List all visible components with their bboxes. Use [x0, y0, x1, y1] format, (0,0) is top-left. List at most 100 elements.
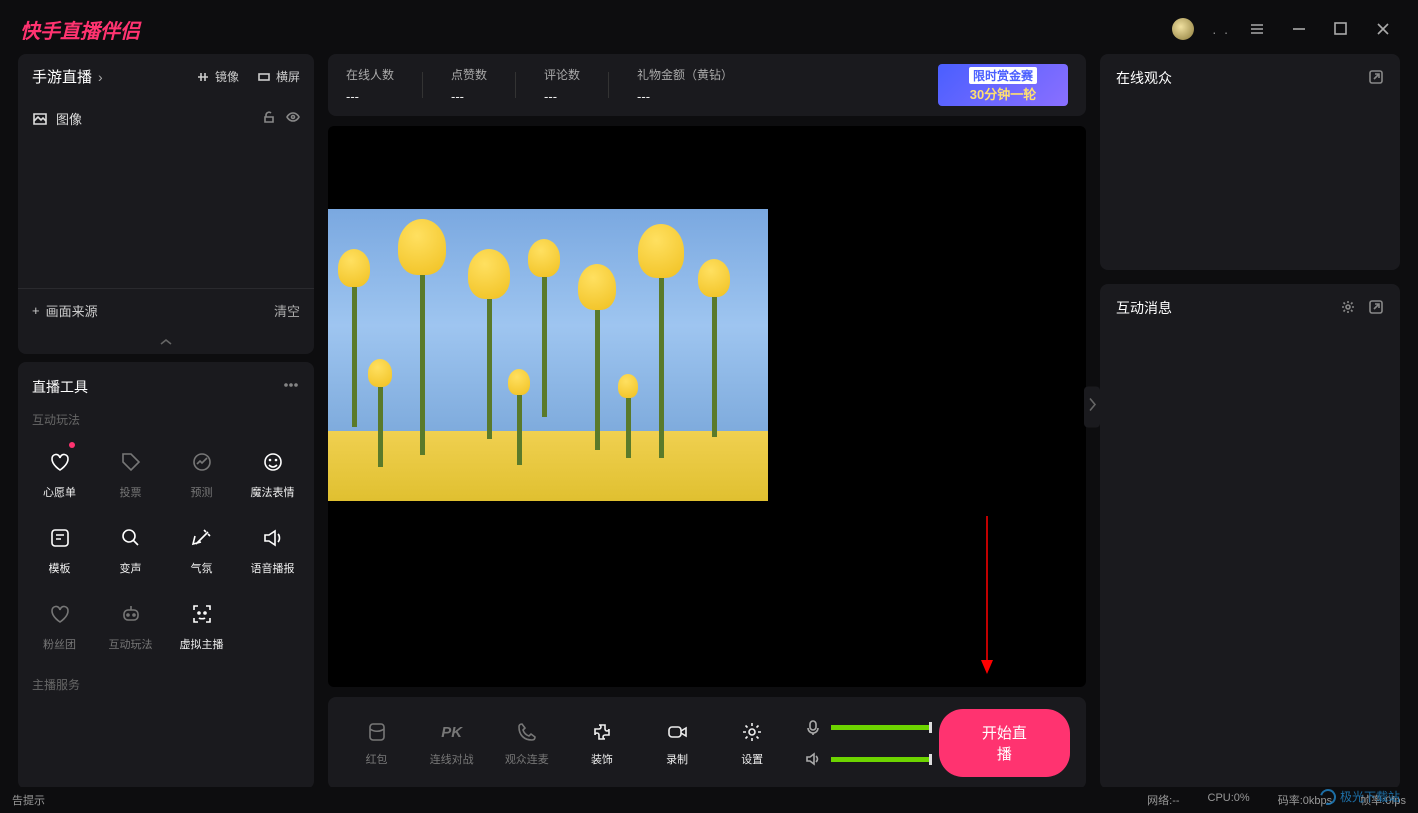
ctrl-settings[interactable]: 设置: [720, 719, 785, 767]
speaker-small-icon: [805, 751, 821, 767]
orientation-label: 横屏: [276, 68, 300, 85]
tool-label: 虚拟主播: [180, 636, 224, 652]
popout-icon[interactable]: [1368, 299, 1384, 318]
popout-icon[interactable]: [1368, 69, 1384, 88]
plus-icon[interactable]: +: [32, 303, 40, 318]
add-source-label[interactable]: 画面来源: [46, 301, 98, 320]
expand-panel-icon[interactable]: [1084, 386, 1100, 427]
robot-icon: [117, 600, 145, 628]
messages-panel: 互动消息: [1100, 284, 1400, 789]
tool-label: 互动玩法: [109, 636, 153, 652]
tools-panel: 直播工具 互动玩法 心愿单 投票 预测: [18, 362, 314, 789]
stat-online: 在线人数 ---: [346, 66, 394, 104]
mic-icon: [805, 719, 821, 735]
tool-label: 变声: [120, 560, 142, 576]
more-icon[interactable]: [282, 376, 300, 397]
mode-title[interactable]: 手游直播: [32, 66, 92, 87]
status-net: 网络:--: [1147, 792, 1179, 808]
ctrl-pk[interactable]: PK 连线对战: [419, 719, 484, 767]
heart-outline-icon: [46, 600, 74, 628]
preview-canvas[interactable]: [328, 126, 1086, 687]
layer-row-image[interactable]: 图像: [18, 99, 314, 138]
image-icon: [32, 112, 48, 126]
tag-icon: [117, 448, 145, 476]
camera-icon: [664, 719, 690, 745]
layer-image-label: 图像: [56, 109, 82, 128]
audience-panel: 在线观众: [1100, 54, 1400, 270]
control-bar: 红包 PK 连线对战 观众连麦 装饰 录制 设置: [328, 697, 1086, 789]
notification-badge: [69, 442, 75, 448]
voice-icon: [117, 524, 145, 552]
clear-sources-button[interactable]: 清空: [274, 301, 300, 320]
stats-bar: 在线人数 --- 点赞数 --- 评论数 --- 礼物金额（黄钻） --- 限时…: [328, 54, 1086, 116]
user-menu-dots[interactable]: . .: [1212, 21, 1230, 37]
maximize-icon[interactable]: [1332, 20, 1356, 38]
status-tip: 告提示: [12, 792, 45, 808]
tool-label: 投票: [120, 484, 142, 500]
minimize-icon[interactable]: [1290, 20, 1314, 38]
eye-icon[interactable]: [286, 110, 300, 127]
tool-voicefx[interactable]: 变声: [97, 516, 164, 584]
tool-tts[interactable]: 语音播报: [239, 516, 306, 584]
phone-icon: [514, 719, 540, 745]
unlock-icon[interactable]: [262, 110, 276, 127]
status-cpu: CPU:0%: [1208, 792, 1250, 808]
smile-icon: [259, 448, 287, 476]
tool-label: 语音播报: [251, 560, 295, 576]
tool-virtual[interactable]: 虚拟主播: [168, 592, 235, 660]
ctrl-coview[interactable]: 观众连麦: [494, 719, 559, 767]
user-avatar[interactable]: [1172, 18, 1194, 40]
speaker-icon: [259, 524, 287, 552]
stat-gifts: 礼物金额（黄钻） ---: [637, 66, 733, 104]
messages-title: 互动消息: [1116, 298, 1172, 318]
redpacket-icon: [364, 719, 390, 745]
group-broadcast: 主播服务: [18, 670, 314, 699]
audience-title: 在线观众: [1116, 68, 1172, 88]
settings-small-icon[interactable]: [1340, 299, 1356, 318]
puzzle-icon: [589, 719, 615, 745]
tool-atmosphere[interactable]: 气氛: [168, 516, 235, 584]
start-stream-button[interactable]: 开始直播: [939, 709, 1070, 777]
tool-label: 魔法表情: [251, 484, 295, 500]
mirror-toggle[interactable]: 镜像: [196, 68, 239, 85]
tool-template[interactable]: 模板: [26, 516, 93, 584]
tools-title: 直播工具: [32, 377, 88, 397]
orientation-toggle[interactable]: 横屏: [257, 68, 300, 85]
trend-icon: [188, 448, 216, 476]
app-title: 快手直播伴侣: [20, 15, 140, 44]
ctrl-redpacket[interactable]: 红包: [344, 719, 409, 767]
tool-predict[interactable]: 预测: [168, 440, 235, 508]
tool-fans[interactable]: 粉丝团: [26, 592, 93, 660]
titlebar: 快手直播伴侣 . .: [0, 4, 1418, 54]
collapse-handle[interactable]: [18, 332, 314, 354]
watermark: 极光下载站: [1320, 788, 1400, 805]
template-icon: [46, 524, 74, 552]
mode-panel: 手游直播 › 镜像 横屏 图像: [18, 54, 314, 354]
statusbar: 告提示 网络:-- CPU:0% 码率:0kbps 帧率:0fps: [0, 787, 1418, 813]
tool-interact[interactable]: 互动玩法: [97, 592, 164, 660]
mic-volume[interactable]: [805, 719, 929, 735]
ctrl-decor[interactable]: 装饰: [569, 719, 634, 767]
promo-banner[interactable]: 限时赏金赛 30分钟一轮: [938, 64, 1068, 106]
mirror-label: 镜像: [215, 68, 239, 85]
tool-label: 模板: [49, 560, 71, 576]
tool-vote[interactable]: 投票: [97, 440, 164, 508]
gear-icon: [739, 719, 765, 745]
pk-icon: PK: [439, 719, 465, 745]
menu-icon[interactable]: [1248, 20, 1272, 38]
preview-source-image[interactable]: [328, 209, 768, 501]
speaker-volume[interactable]: [805, 751, 929, 767]
face-scan-icon: [188, 600, 216, 628]
stat-comments: 评论数 ---: [544, 66, 580, 104]
tool-label: 心愿单: [43, 484, 76, 500]
tool-magic-emoji[interactable]: 魔法表情: [239, 440, 306, 508]
close-icon[interactable]: [1374, 20, 1398, 38]
ctrl-record[interactable]: 录制: [645, 719, 710, 767]
tool-label: 气氛: [191, 560, 213, 576]
stat-likes: 点赞数 ---: [451, 66, 487, 104]
confetti-icon: [188, 524, 216, 552]
tool-wishlist[interactable]: 心愿单: [26, 440, 93, 508]
group-interactive: 互动玩法: [18, 405, 314, 434]
chevron-right-icon[interactable]: ›: [98, 69, 103, 85]
tool-label: 粉丝团: [43, 636, 76, 652]
